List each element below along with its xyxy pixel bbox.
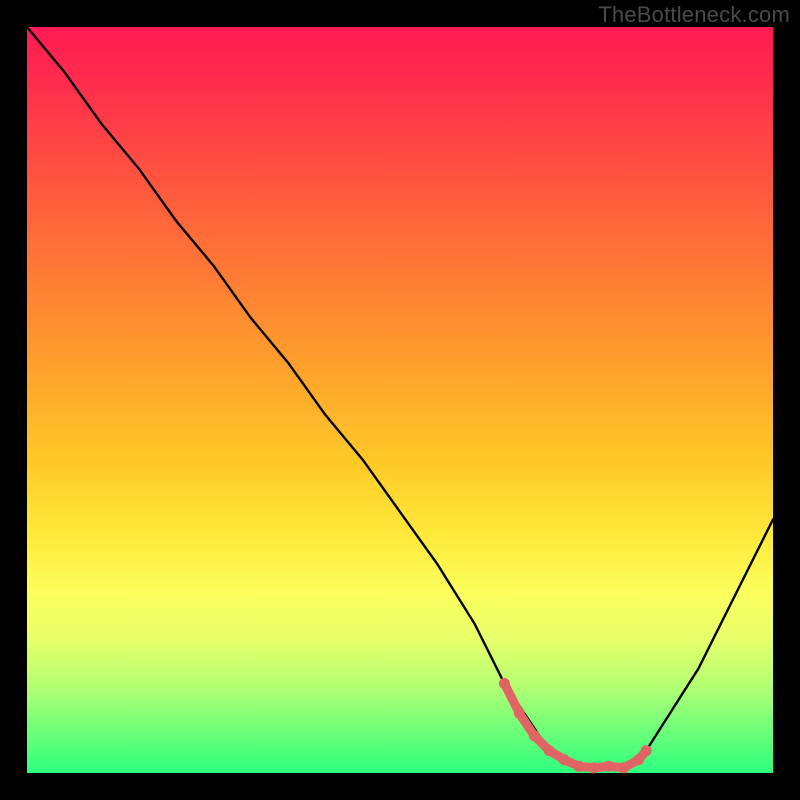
optimal-band-group: [499, 678, 652, 773]
optimal-band-dot: [514, 708, 525, 719]
optimal-band-dot: [618, 762, 629, 773]
optimal-band-dot: [559, 754, 570, 765]
optimal-band-dot: [633, 754, 644, 765]
optimal-band-line: [504, 684, 646, 768]
optimal-band-dot: [603, 761, 614, 772]
bottleneck-curve-path: [27, 27, 773, 768]
optimal-band-dot: [499, 678, 510, 689]
optimal-band-dot: [574, 761, 585, 772]
watermark-label: TheBottleneck.com: [598, 2, 790, 28]
optimal-band-dot: [589, 762, 600, 773]
optimal-band-dot: [641, 745, 652, 756]
chart-frame: TheBottleneck.com: [0, 0, 800, 800]
chart-svg: [27, 27, 773, 773]
optimal-band-dot: [529, 730, 540, 741]
plot-background: [27, 27, 773, 773]
optimal-band-dot: [544, 745, 555, 756]
